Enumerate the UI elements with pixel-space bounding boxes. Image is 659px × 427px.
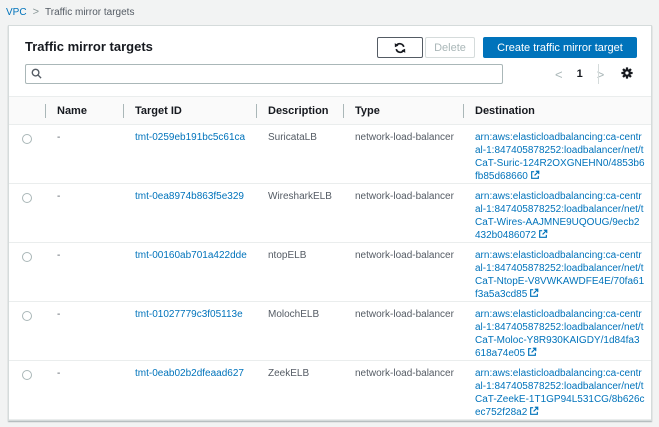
breadcrumb-vpc-link[interactable]: VPC — [6, 7, 27, 18]
type-cell: network-load-balancer — [343, 301, 463, 361]
name-cell: - — [45, 183, 123, 243]
delete-button[interactable]: Delete — [425, 37, 475, 58]
current-page[interactable]: 1 — [577, 68, 583, 80]
pagination: < 1 > — [555, 66, 604, 82]
type-cell: network-load-balancer — [343, 360, 463, 420]
column-header-target-id[interactable]: Target ID — [123, 96, 256, 125]
destination-link[interactable]: arn:aws:elasticloadbalancing:ca-central-… — [463, 301, 651, 361]
external-link-icon — [528, 347, 537, 356]
targets-table: Name Target ID Description Type Destinat… — [9, 96, 651, 420]
column-header-name[interactable]: Name — [45, 96, 123, 125]
name-cell: - — [45, 360, 123, 420]
target-id-link[interactable]: tmt-00160ab701a422dde — [123, 242, 256, 302]
row-select-cell — [9, 183, 45, 243]
row-select-cell — [9, 124, 45, 184]
destination-link[interactable]: arn:aws:elasticloadbalancing:ca-central-… — [463, 360, 651, 420]
destination-text: arn:aws:elasticloadbalancing:ca-central-… — [475, 309, 644, 359]
destination-text: arn:aws:elasticloadbalancing:ca-central-… — [475, 368, 645, 418]
name-cell: - — [45, 242, 123, 302]
table-row[interactable]: - tmt-0ea8974b863f5e329 WiresharkELB net… — [9, 183, 651, 243]
target-id-link[interactable]: tmt-01027779c3f05113e — [123, 301, 256, 361]
row-radio[interactable] — [22, 134, 32, 144]
external-link-icon — [539, 229, 548, 238]
search-input[interactable] — [25, 64, 503, 84]
refresh-button[interactable] — [377, 37, 423, 58]
column-header-destination[interactable]: Destination — [463, 96, 651, 125]
destination-link[interactable]: arn:aws:elasticloadbalancing:ca-central-… — [463, 242, 651, 302]
refresh-icon — [394, 42, 406, 53]
target-id-link[interactable]: tmt-0259eb191bc5c61ca — [123, 124, 256, 184]
breadcrumb-current: Traffic mirror targets — [45, 6, 135, 18]
destination-text: arn:aws:elasticloadbalancing:ca-central-… — [475, 250, 645, 300]
row-radio[interactable] — [22, 311, 32, 321]
type-cell: network-load-balancer — [343, 124, 463, 184]
row-select-cell — [9, 360, 45, 420]
gear-icon[interactable] — [621, 67, 633, 79]
breadcrumb: VPC > Traffic mirror targets — [6, 4, 134, 20]
row-select-cell — [9, 242, 45, 302]
row-radio[interactable] — [22, 370, 32, 380]
create-traffic-mirror-target-button[interactable]: Create traffic mirror target — [483, 37, 637, 58]
table-row[interactable]: - tmt-0eab02b2dfeaad627 ZeekELB network-… — [9, 360, 651, 420]
description-cell: MolochELB — [256, 301, 343, 361]
row-select-cell — [9, 301, 45, 361]
external-link-icon — [530, 406, 539, 415]
description-cell: SuricataLB — [256, 124, 343, 184]
column-header-description[interactable]: Description — [256, 96, 343, 125]
destination-text: arn:aws:elasticloadbalancing:ca-central-… — [475, 191, 644, 241]
destination-text: arn:aws:elasticloadbalancing:ca-central-… — [475, 132, 645, 182]
external-link-icon — [530, 170, 540, 179]
table-header-row: Name Target ID Description Type Destinat… — [9, 96, 651, 125]
row-radio[interactable] — [22, 252, 32, 262]
table-row[interactable]: - tmt-01027779c3f05113e MolochELB networ… — [9, 301, 651, 361]
column-header-type[interactable]: Type — [343, 96, 463, 125]
select-column-header — [9, 96, 45, 125]
traffic-mirror-targets-panel: Traffic mirror targets Delete Create tra… — [8, 25, 652, 421]
type-cell: network-load-balancer — [343, 183, 463, 243]
type-cell: network-load-balancer — [343, 242, 463, 302]
previous-page-button[interactable]: < — [555, 67, 563, 82]
page-title: Traffic mirror targets — [25, 39, 153, 54]
destination-link[interactable]: arn:aws:elasticloadbalancing:ca-central-… — [463, 124, 651, 184]
name-cell: - — [45, 124, 123, 184]
table-row[interactable]: - tmt-0259eb191bc5c61ca SuricataLB netwo… — [9, 124, 651, 184]
external-link-icon — [530, 288, 539, 297]
destination-link[interactable]: arn:aws:elasticloadbalancing:ca-central-… — [463, 183, 651, 243]
target-id-link[interactable]: tmt-0eab02b2dfeaad627 — [123, 360, 256, 420]
pagination-divider — [598, 64, 599, 84]
description-cell: WiresharkELB — [256, 183, 343, 243]
description-cell: ntopELB — [256, 242, 343, 302]
row-radio[interactable] — [22, 193, 32, 203]
search-icon — [31, 68, 42, 79]
breadcrumb-separator: > — [32, 6, 39, 18]
target-id-link[interactable]: tmt-0ea8974b863f5e329 — [123, 183, 256, 243]
name-cell: - — [45, 301, 123, 361]
description-cell: ZeekELB — [256, 360, 343, 420]
table-row[interactable]: - tmt-00160ab701a422dde ntopELB network-… — [9, 242, 651, 302]
